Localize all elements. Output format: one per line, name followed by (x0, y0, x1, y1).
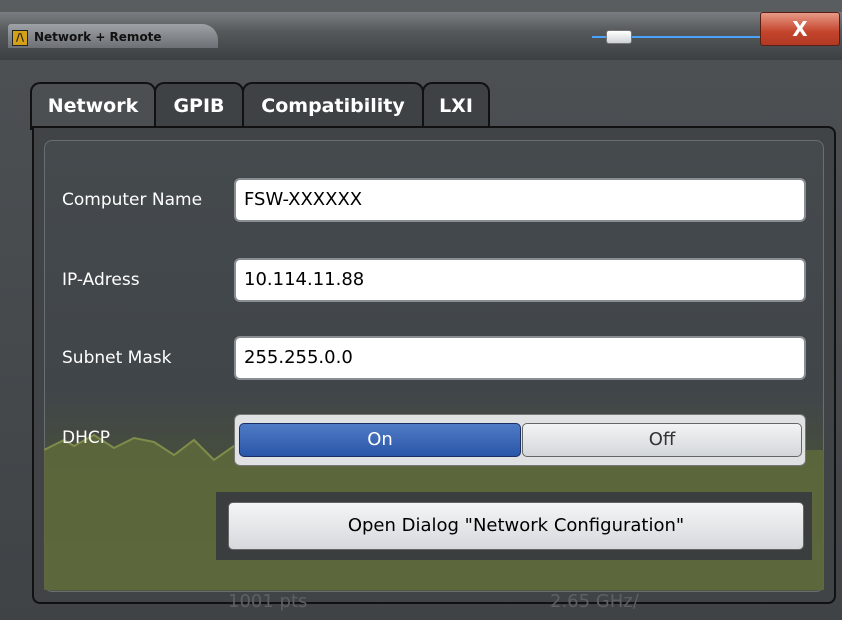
computer-name-field[interactable]: FSW-XXXXXX (234, 178, 806, 222)
dhcp-toggle: On Off (234, 414, 806, 466)
tab-gpib[interactable]: GPIB (154, 82, 244, 126)
app-logo-icon: /\ (12, 30, 28, 46)
transparency-slider-handle[interactable] (606, 30, 632, 44)
points-readout: 1001 pts (228, 591, 308, 612)
open-network-configuration-button[interactable]: Open Dialog "Network Configuration" (228, 502, 804, 550)
dhcp-on-button[interactable]: On (239, 423, 521, 457)
subnet-mask-label: Subnet Mask (62, 348, 172, 368)
tab-lxi[interactable]: LXI (422, 82, 490, 126)
span-readout: 2.65 GHz/ (550, 591, 639, 612)
close-button[interactable]: X (760, 12, 840, 46)
window-title: Network + Remote (34, 30, 162, 44)
ip-address-label: IP-Adress (62, 270, 140, 290)
subnet-mask-field[interactable]: 255.255.0.0 (234, 336, 806, 380)
dhcp-off-button[interactable]: Off (522, 423, 802, 457)
ip-address-field[interactable]: 10.114.11.88 (234, 258, 806, 302)
computer-name-label: Computer Name (62, 190, 203, 210)
tab-compatibility[interactable]: Compatibility (242, 82, 424, 126)
dhcp-label: DHCP (62, 428, 110, 448)
tab-network[interactable]: Network (30, 82, 156, 130)
